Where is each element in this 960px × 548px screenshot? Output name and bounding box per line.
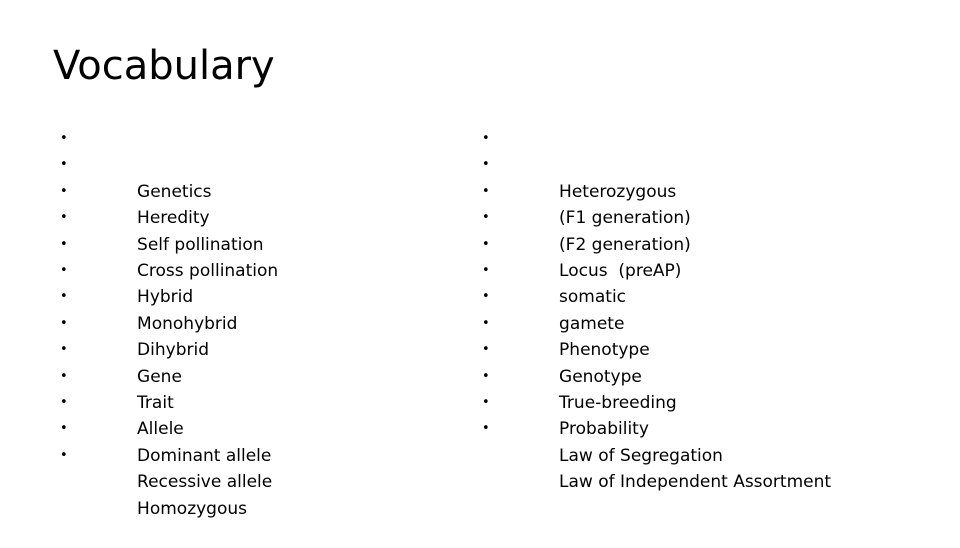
bullet-icon: • [60,262,68,278]
list-item: • Genotype [477,311,937,387]
list-item: • Homozygous [55,443,455,519]
list-item: • Recessive allele [55,416,455,492]
list-item: • Law of Segregation [477,390,937,466]
page-title: Vocabulary [53,43,275,89]
list-item: • Dominant allele [55,390,455,466]
bullet-icon: • [482,236,490,252]
bullet-icon: • [482,315,490,331]
list-item: • Probability [477,364,937,440]
bullet-icon: • [60,342,68,358]
bullet-icon: • [60,394,68,410]
list-item: • gamete [477,258,937,334]
bullet-icon: • [482,262,490,278]
slide: Vocabulary • Genetics • Heredity • Self … [0,0,960,540]
list-item: • Self pollination [55,179,455,255]
bullet-icon: • [60,421,68,437]
list-item: • Trait [55,337,455,413]
list-item: • Gene [55,311,455,387]
list-item: • (F1 generation) [477,152,937,228]
left-column: • Genetics • Heredity • Self pollination… [55,126,455,519]
bullet-icon: • [60,183,68,199]
bullet-icon: • [482,157,490,173]
left-column-bullet-list: • Genetics • Heredity • Self pollination… [55,126,455,519]
list-item: • (F2 generation) [477,179,937,255]
bullet-icon: • [482,210,490,226]
list-item: • Monohybrid [55,258,455,334]
bullet-icon: • [482,368,490,384]
list-item-label: Homozygous [137,498,247,519]
list-item-label: Law of Independent Assortment [559,472,832,493]
bullet-icon: • [60,131,68,146]
list-item: • Locus (preAP) [477,205,937,281]
list-item: • Cross pollination [55,205,455,281]
list-item: • Genetics [55,126,455,202]
bullet-icon: • [60,210,68,226]
bullet-icon: • [60,157,68,173]
list-item: • Law of Independent Assortment [477,416,937,492]
list-item: • Hybrid [55,232,455,308]
bullet-icon: • [482,421,490,437]
list-item: • Phenotype [477,284,937,360]
right-column-bullet-list: • Heterozygous • (F1 generation) • (F2 g… [477,126,937,492]
list-item: • somatic [477,232,937,308]
bullet-icon: • [482,183,490,199]
bullet-icon: • [60,315,68,331]
bullet-icon: • [482,394,490,410]
list-item-label: Recessive allele [137,472,273,493]
bullet-icon: • [60,447,68,463]
list-item: • Allele [55,364,455,440]
bullet-icon: • [60,289,68,305]
bullet-icon: • [482,342,490,358]
bullet-icon: • [60,368,68,384]
bullet-icon: • [482,131,490,146]
list-item: • Heredity [55,152,455,228]
list-item: • Heterozygous [477,126,937,202]
list-item: • Dihybrid [55,284,455,360]
bullet-icon: • [482,289,490,305]
right-column: • Heterozygous • (F1 generation) • (F2 g… [477,126,937,492]
list-item-label: Law of Segregation [559,445,723,466]
bullet-icon: • [60,236,68,252]
list-item: • True-breeding [477,337,937,413]
